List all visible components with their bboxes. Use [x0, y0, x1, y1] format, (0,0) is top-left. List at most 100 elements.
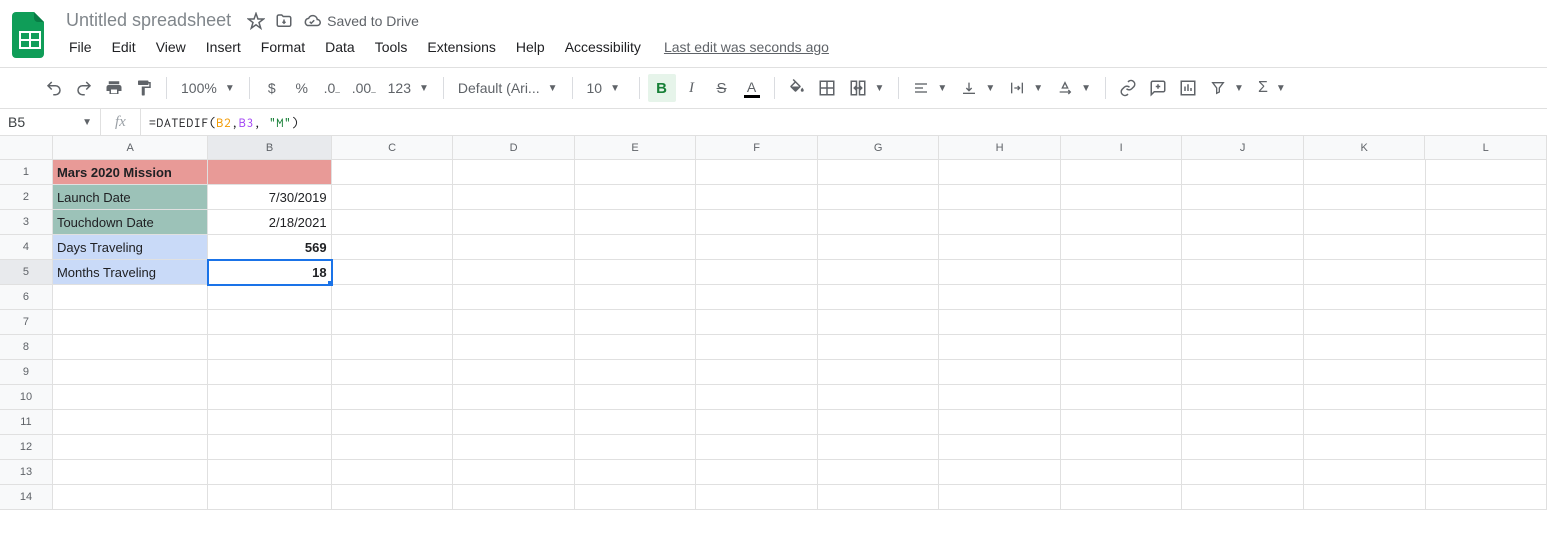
cell[interactable] [208, 385, 331, 410]
menu-file[interactable]: File [60, 35, 101, 59]
cell[interactable] [1061, 285, 1183, 310]
sheets-logo[interactable] [8, 10, 52, 60]
cell[interactable] [1426, 335, 1547, 360]
name-box[interactable]: B5▼ [0, 114, 100, 130]
selection-handle[interactable] [328, 281, 332, 285]
cell[interactable] [1304, 185, 1426, 210]
cell[interactable] [453, 235, 575, 260]
cell[interactable] [818, 385, 940, 410]
cell[interactable] [1182, 210, 1304, 235]
cell[interactable] [696, 285, 818, 310]
cell[interactable] [575, 485, 697, 510]
cell-B3[interactable]: 2/18/2021 [208, 210, 331, 235]
cell[interactable] [696, 260, 818, 285]
cell[interactable] [1182, 260, 1304, 285]
cell[interactable] [1426, 310, 1547, 335]
cell[interactable] [1426, 285, 1547, 310]
bold-button[interactable]: B [648, 74, 676, 102]
cell[interactable] [575, 335, 697, 360]
cell[interactable] [53, 435, 208, 460]
cell[interactable] [453, 385, 575, 410]
cell[interactable] [1304, 360, 1426, 385]
cell[interactable] [1304, 160, 1426, 185]
cell[interactable] [1061, 435, 1183, 460]
increase-decimal-button[interactable]: .00_ [348, 74, 380, 102]
cell[interactable] [818, 260, 940, 285]
row-header-4[interactable]: 4 [0, 235, 53, 260]
cell[interactable] [53, 285, 208, 310]
decrease-decimal-button[interactable]: .0_ [318, 74, 346, 102]
text-wrap-button[interactable]: ▼ [1003, 74, 1049, 102]
menu-data[interactable]: Data [316, 35, 364, 59]
borders-button[interactable] [813, 74, 841, 102]
insert-chart-button[interactable] [1174, 74, 1202, 102]
cell[interactable] [818, 435, 940, 460]
row-header-13[interactable]: 13 [0, 460, 53, 485]
cell[interactable] [1061, 460, 1183, 485]
cell[interactable] [1426, 460, 1547, 485]
cell[interactable] [1061, 260, 1183, 285]
cell[interactable] [1061, 160, 1183, 185]
col-header-D[interactable]: D [453, 136, 575, 159]
cell[interactable] [1182, 285, 1304, 310]
cell[interactable] [208, 285, 331, 310]
cell-B1[interactable] [208, 160, 331, 185]
cell[interactable] [53, 310, 208, 335]
cell[interactable] [208, 410, 331, 435]
cell-A5[interactable]: Months Traveling [53, 260, 208, 285]
zoom-dropdown[interactable]: 100%▼ [175, 74, 241, 102]
cell[interactable] [1426, 235, 1547, 260]
cell[interactable] [696, 210, 818, 235]
cell[interactable] [696, 360, 818, 385]
cell[interactable] [575, 185, 697, 210]
cell[interactable] [1304, 410, 1426, 435]
col-header-I[interactable]: I [1061, 136, 1183, 159]
cell[interactable] [332, 285, 454, 310]
cell[interactable] [696, 485, 818, 510]
undo-icon[interactable] [40, 74, 68, 102]
cell[interactable] [53, 485, 208, 510]
row-header-10[interactable]: 10 [0, 385, 53, 410]
cell[interactable] [1304, 310, 1426, 335]
cell[interactable] [1061, 335, 1183, 360]
cell[interactable] [1426, 185, 1547, 210]
merge-cells-button[interactable]: ▼ [843, 74, 891, 102]
menu-extensions[interactable]: Extensions [418, 35, 504, 59]
horizontal-align-button[interactable]: ▼ [907, 74, 953, 102]
cell-A1[interactable]: Mars 2020 Mission [53, 160, 208, 185]
cell[interactable] [818, 335, 940, 360]
print-icon[interactable] [100, 74, 128, 102]
col-header-H[interactable]: H [939, 136, 1061, 159]
row-header-8[interactable]: 8 [0, 335, 53, 360]
cell[interactable] [575, 210, 697, 235]
cell[interactable] [818, 485, 940, 510]
cell[interactable] [696, 460, 818, 485]
cell[interactable] [1182, 235, 1304, 260]
percent-button[interactable]: % [288, 74, 316, 102]
cell[interactable] [208, 310, 331, 335]
cell[interactable] [453, 485, 575, 510]
cell[interactable] [453, 185, 575, 210]
col-header-E[interactable]: E [575, 136, 697, 159]
cell[interactable] [53, 335, 208, 360]
cell[interactable] [818, 310, 940, 335]
cell[interactable] [1304, 485, 1426, 510]
cell[interactable] [696, 385, 818, 410]
cell[interactable] [1182, 460, 1304, 485]
row-header-14[interactable]: 14 [0, 485, 53, 510]
cell[interactable] [696, 310, 818, 335]
cell[interactable] [453, 460, 575, 485]
col-header-L[interactable]: L [1425, 136, 1547, 159]
cell[interactable] [1426, 360, 1547, 385]
cell[interactable] [1061, 310, 1183, 335]
cell[interactable] [575, 410, 697, 435]
cell[interactable] [696, 435, 818, 460]
font-dropdown[interactable]: Default (Ari...▼ [452, 74, 564, 102]
cell-B2[interactable]: 7/30/2019 [208, 185, 331, 210]
cell[interactable] [575, 235, 697, 260]
cell[interactable] [939, 210, 1061, 235]
document-title[interactable]: Untitled spreadsheet [60, 8, 237, 33]
cell[interactable] [208, 360, 331, 385]
cell[interactable] [453, 310, 575, 335]
cell[interactable] [208, 460, 331, 485]
